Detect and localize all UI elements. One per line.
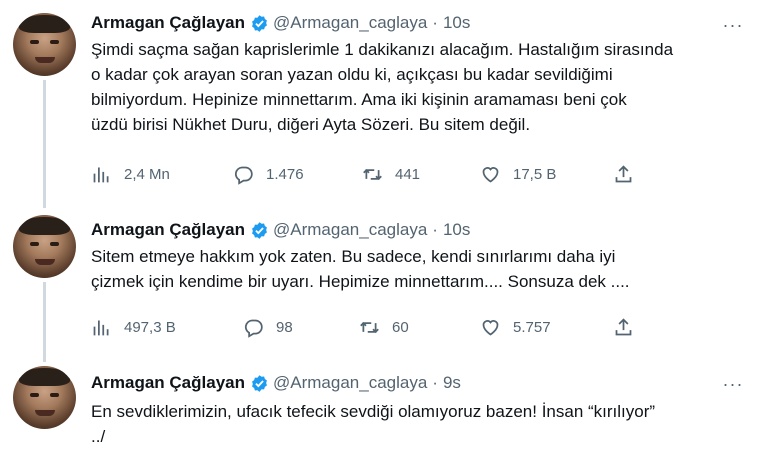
like-button[interactable]: 5.757 <box>480 315 551 339</box>
retweet-icon <box>360 321 379 333</box>
reply-count: 1.476 <box>266 165 304 183</box>
verified-badge-icon <box>252 374 267 392</box>
tweet-text-line: Şimdi saçma sağan kaprislerimle 1 dakika… <box>91 40 674 59</box>
retweet-count: 441 <box>395 165 421 183</box>
reply-icon <box>234 166 253 185</box>
like-button[interactable]: 17,5 B <box>480 162 556 186</box>
like-icon <box>482 166 499 183</box>
views-icon <box>93 320 109 335</box>
timestamp[interactable]: 10s <box>443 13 470 33</box>
share-button[interactable] <box>613 315 646 339</box>
tweet-header: Armagan Çağlayan @Armagan_caglaya · 10s <box>91 12 470 34</box>
share-icon <box>615 164 632 182</box>
retweet-button[interactable]: 441 <box>362 162 420 186</box>
views-icon <box>93 167 109 182</box>
tweet-text-line: bilmiyordum. Hepinize minnettarım. Ama i… <box>91 90 627 109</box>
timestamp[interactable]: 10s <box>443 220 470 240</box>
avatar[interactable] <box>13 13 76 76</box>
author-name[interactable]: Armagan Çağlayan <box>91 13 245 33</box>
reply-count: 98 <box>276 318 293 336</box>
separator-dot: · <box>432 220 438 239</box>
verified-badge-icon <box>252 221 267 239</box>
tweet-text: En sevdiklerimizin, ufacık tefecik sevdi… <box>91 399 751 449</box>
timestamp[interactable]: 9s <box>443 373 461 393</box>
verified-badge-icon <box>252 14 267 32</box>
tweet-text: Şimdi saçma sağan kaprislerimle 1 dakika… <box>91 37 751 137</box>
like-count: 17,5 B <box>513 165 557 183</box>
author-name[interactable]: Armagan Çağlayan <box>91 373 245 393</box>
tweet[interactable]: Armagan Çağlayan @Armagan_caglaya · 10s … <box>0 0 770 210</box>
avatar[interactable] <box>13 215 76 278</box>
reply-button[interactable]: 98 <box>243 315 293 339</box>
tweet-text-line: üzdü birisi Nükhet Duru, diğeri Ayta Söz… <box>91 115 531 134</box>
views-count: 2,4 Mn <box>124 165 170 183</box>
author-handle[interactable]: @Armagan_caglaya <box>273 220 427 240</box>
author-handle[interactable]: @Armagan_caglaya <box>273 373 427 393</box>
more-icon[interactable]: ··· <box>721 15 745 35</box>
retweet-button[interactable]: 60 <box>359 315 409 339</box>
views-button[interactable]: 497,3 B <box>91 315 176 339</box>
author-handle[interactable]: @Armagan_caglaya <box>273 13 427 33</box>
tweet[interactable]: Armagan Çağlayan @Armagan_caglaya · 9s ·… <box>0 360 770 457</box>
tweet-text-line: ../ <box>91 427 106 446</box>
tweet-text-line: Sitem etmeye hakkım yok zaten. Bu sadece… <box>91 247 616 266</box>
more-icon[interactable]: ··· <box>721 374 745 394</box>
separator-dot: · <box>432 13 438 32</box>
views-count: 497,3 B <box>124 318 176 336</box>
reply-button[interactable]: 1.476 <box>233 162 304 186</box>
tweet-text: Sitem etmeye hakkım yok zaten. Bu sadece… <box>91 244 751 294</box>
separator-dot: · <box>432 373 438 392</box>
tweet-text-line: En sevdiklerimizin, ufacık tefecik sevdi… <box>91 402 656 421</box>
author-name[interactable]: Armagan Çağlayan <box>91 220 245 240</box>
tweet-actions: 497,3 B 98 60 5.757 <box>91 315 651 339</box>
retweet-count: 60 <box>392 318 409 336</box>
tweet-header: Armagan Çağlayan @Armagan_caglaya · 9s <box>91 372 461 394</box>
share-icon <box>615 317 632 335</box>
tweet-text-line: o kadar çok arayan soran yazan oldu ki, … <box>91 65 613 84</box>
tweet-text-line: çizmek için kendime bir uyarı. Hepimize … <box>91 272 630 291</box>
like-count: 5.757 <box>513 318 551 336</box>
retweet-icon <box>363 168 382 180</box>
avatar[interactable] <box>13 366 76 429</box>
tweet-header: Armagan Çağlayan @Armagan_caglaya · 10s <box>91 219 470 241</box>
views-button[interactable]: 2,4 Mn <box>91 162 170 186</box>
share-button[interactable] <box>613 162 646 186</box>
like-icon <box>482 319 499 336</box>
tweet[interactable]: Armagan Çağlayan @Armagan_caglaya · 10s … <box>0 210 770 360</box>
tweet-actions: 2,4 Mn 1.476 441 17,5 B <box>91 162 651 186</box>
reply-icon <box>244 319 263 338</box>
